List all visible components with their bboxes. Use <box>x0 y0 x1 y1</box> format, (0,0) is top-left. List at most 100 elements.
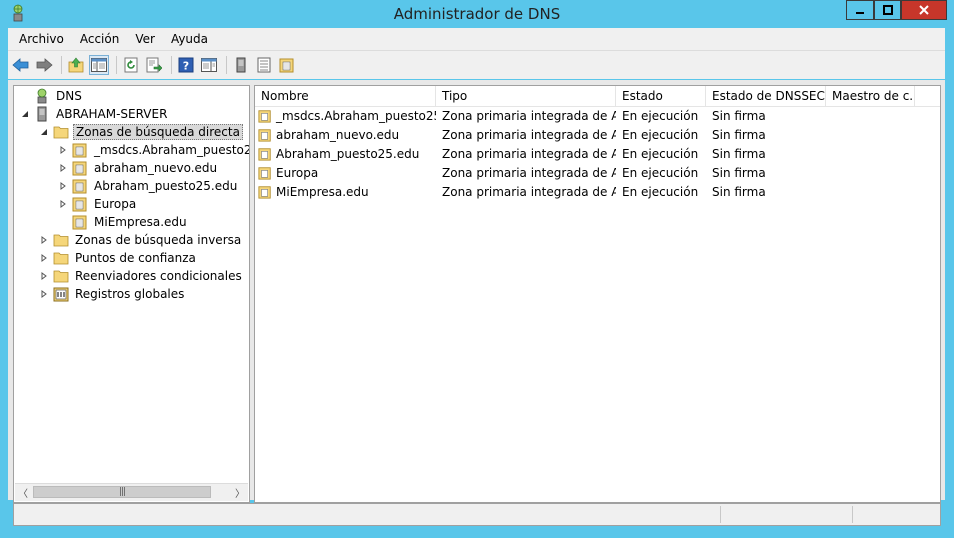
toolbar-separator <box>171 56 172 74</box>
cell-maestro <box>826 164 915 183</box>
tree-item-abraham-server[interactable]: ABRAHAM-SERVER <box>20 105 169 123</box>
cell-dnssec: Sin firma <box>712 147 766 161</box>
cell-nombre: Abraham_puesto25.edu <box>276 147 420 161</box>
cell-tipo: Zona primaria integrada de A... <box>442 147 616 161</box>
tree-item-label: Zonas de búsqueda directa <box>73 124 243 140</box>
refresh-button[interactable] <box>121 55 141 75</box>
list-button[interactable] <box>254 55 274 75</box>
tree-item-forward-lookup-zones[interactable]: Zonas de búsqueda directa <box>39 123 243 141</box>
tree-item-label: abraham_nuevo.edu <box>94 161 218 175</box>
tree-item-global-records[interactable]: Registros globales <box>39 285 186 303</box>
back-arrow-icon <box>12 58 29 72</box>
zone-button[interactable] <box>277 55 297 75</box>
column-header-dnssec[interactable]: Estado de DNSSEC <box>706 86 826 106</box>
back-button[interactable] <box>11 55 31 75</box>
collapsed-arrow-icon[interactable] <box>39 253 49 263</box>
status-bar <box>13 503 941 526</box>
toolbar-separator <box>116 56 117 74</box>
tree-item-label: Zonas de búsqueda inversa <box>75 233 242 247</box>
cell-tipo: Zona primaria integrada de A... <box>442 185 616 199</box>
menu-archivo[interactable]: Archivo <box>8 28 72 50</box>
collapsed-arrow-icon[interactable] <box>58 163 68 173</box>
folder-icon <box>53 126 69 139</box>
table-row[interactable]: Abraham_puesto25.edu Zona primaria integ… <box>255 145 940 164</box>
collapsed-arrow-icon[interactable] <box>58 199 68 209</box>
up-one-level-button[interactable] <box>66 55 86 75</box>
cell-estado: En ejecución <box>622 128 699 142</box>
scrollbar-thumb[interactable]: ||| <box>33 486 211 498</box>
maximize-button[interactable] <box>874 0 901 20</box>
show-hide-console-tree-button[interactable] <box>89 55 109 75</box>
cell-nombre: _msdcs.Abraham_puesto25.... <box>276 109 436 123</box>
zone-icon <box>258 110 271 123</box>
close-button[interactable] <box>901 0 947 20</box>
export-list-button[interactable] <box>144 55 164 75</box>
tree-item-label: DNS <box>56 89 82 103</box>
export-list-icon <box>146 57 162 73</box>
list-header: Nombre Tipo Estado Estado de DNSSEC Maes… <box>255 86 940 107</box>
action-pane-button[interactable] <box>199 55 219 75</box>
collapsed-arrow-icon[interactable] <box>58 145 68 155</box>
cell-maestro <box>826 145 915 164</box>
cell-nombre: Europa <box>276 166 319 180</box>
tree-item-zone[interactable]: abraham_nuevo.edu <box>58 159 219 177</box>
zone-icon <box>72 161 87 176</box>
cell-maestro <box>826 183 915 202</box>
folder-icon <box>53 234 69 247</box>
folder-icon <box>53 270 69 283</box>
collapsed-arrow-icon[interactable] <box>39 271 49 281</box>
minimize-button[interactable] <box>846 0 874 20</box>
tree-item-dns[interactable]: DNS <box>20 87 84 105</box>
table-row[interactable]: MiEmpresa.edu Zona primaria integrada de… <box>255 183 940 202</box>
zone-icon <box>258 186 271 199</box>
cell-dnssec: Sin firma <box>712 166 766 180</box>
column-header-estado[interactable]: Estado <box>616 86 706 106</box>
horizontal-scrollbar[interactable]: 〈 ||| 〉 <box>15 483 248 501</box>
zone-icon <box>72 179 87 194</box>
zone-icon <box>279 58 294 73</box>
cell-dnssec: Sin firma <box>712 128 766 142</box>
table-row[interactable]: _msdcs.Abraham_puesto25.... Zona primari… <box>255 107 940 126</box>
dns-icon <box>37 88 47 104</box>
window-title: Administrador de DNS <box>393 5 561 23</box>
column-header-nombre[interactable]: Nombre <box>255 86 436 106</box>
tree-item-label: Reenviadores condicionales <box>75 269 242 283</box>
tree-item-reverse-lookup-zones[interactable]: Zonas de búsqueda inversa <box>39 231 243 249</box>
cell-estado: En ejecución <box>622 147 699 161</box>
column-header-tipo[interactable]: Tipo <box>436 86 616 106</box>
zone-icon <box>258 167 271 180</box>
tree-item-zone[interactable]: _msdcs.Abraham_puesto25.e <box>58 141 249 159</box>
svg-text:?: ? <box>183 60 189 73</box>
expanded-arrow-icon[interactable] <box>20 109 30 119</box>
toolbar-separator <box>226 56 227 74</box>
tree-item-trust-points[interactable]: Puntos de confianza <box>39 249 198 267</box>
tree-item-zone[interactable]: MiEmpresa.edu <box>58 213 189 231</box>
column-header-maestro[interactable]: Maestro de c... <box>826 86 915 106</box>
maximize-icon <box>882 5 893 15</box>
collapsed-arrow-icon[interactable] <box>39 235 49 245</box>
scroll-left-arrow-icon[interactable]: 〈 <box>15 484 31 501</box>
global-records-icon <box>53 287 69 302</box>
refresh-icon <box>124 57 138 73</box>
server-icon <box>236 57 246 73</box>
menu-ayuda[interactable]: Ayuda <box>163 28 216 50</box>
expanded-arrow-icon[interactable] <box>39 127 49 137</box>
cell-nombre: abraham_nuevo.edu <box>276 128 400 142</box>
tree-item-conditional-forwarders[interactable]: Reenviadores condicionales <box>39 267 244 285</box>
zone-icon <box>258 129 271 142</box>
title-bar[interactable]: Administrador de DNS <box>0 0 954 28</box>
menu-accion[interactable]: Acción <box>72 28 127 50</box>
tree-item-zone[interactable]: Abraham_puesto25.edu <box>58 177 239 195</box>
collapsed-arrow-icon[interactable] <box>58 181 68 191</box>
results-list: Nombre Tipo Estado Estado de DNSSEC Maes… <box>254 85 941 503</box>
table-row[interactable]: Europa Zona primaria integrada de A... E… <box>255 164 940 183</box>
forward-button[interactable] <box>34 55 54 75</box>
menu-ver[interactable]: Ver <box>127 28 163 50</box>
help-button[interactable]: ? <box>176 55 196 75</box>
collapsed-arrow-icon[interactable] <box>39 289 49 299</box>
status-bar-panel <box>720 506 853 523</box>
table-row[interactable]: abraham_nuevo.edu Zona primaria integrad… <box>255 126 940 145</box>
scroll-right-arrow-icon[interactable]: 〉 <box>232 484 248 501</box>
server-button[interactable] <box>231 55 251 75</box>
tree-item-zone[interactable]: Europa <box>58 195 138 213</box>
